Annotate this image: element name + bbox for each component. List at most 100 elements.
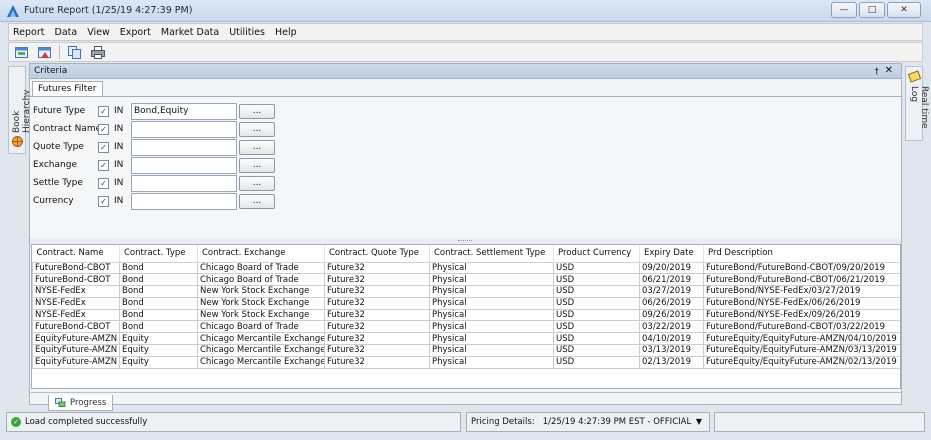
close-panel-icon[interactable]: ✕	[885, 64, 893, 78]
minimize-button[interactable]: —	[831, 2, 857, 18]
column-header[interactable]: Expiry Date	[639, 245, 704, 263]
menu-data[interactable]: Data	[55, 27, 78, 38]
menu-export[interactable]: Export	[120, 27, 151, 38]
status-bar: ✓ Load completed successfully Pricing De…	[6, 412, 925, 432]
status-message: Load completed successfully	[25, 417, 148, 427]
filter-row-quote-type: Quote Type ✓ IN ...	[30, 139, 330, 156]
filter-checkbox[interactable]: ✓	[98, 160, 109, 171]
table-cell: Future32	[324, 273, 430, 287]
maximize-button[interactable]: □	[859, 2, 885, 18]
filter-row-currency: Currency ✓ IN ...	[30, 193, 330, 210]
column-header[interactable]: Contract. Exchange	[197, 245, 325, 263]
table-row[interactable]: NYSE-FedEx Bond New York Stock Exchange Fut…	[32, 285, 900, 298]
table-row[interactable]: FutureBond-CBOT Bond Chicago Board of Trad…	[32, 261, 900, 275]
table-cell: Bond	[119, 261, 198, 275]
column-header[interactable]: Contract. Quote Type	[324, 245, 430, 263]
pin-icon[interactable]: †	[875, 65, 880, 79]
chevron-down-icon: ▼	[695, 417, 703, 426]
close-window-button[interactable]: ✕	[887, 2, 921, 18]
table-cell: Physical	[429, 320, 554, 334]
book-hierarchy-side-tab[interactable]: Book Hierarchy	[8, 66, 32, 154]
table-cell: 06/26/2019	[639, 296, 704, 310]
pricing-value: 1/25/19 4:27:39 PM EST - OFFICIAL	[542, 417, 692, 427]
filter-checkbox[interactable]: ✓	[98, 196, 109, 207]
column-header[interactable]: Contract. Settlement Type	[429, 245, 554, 263]
menu-view[interactable]: View	[87, 27, 110, 38]
pricing-dropdown[interactable]: 1/25/19 4:27:39 PM EST - OFFICIAL ▼	[543, 417, 702, 427]
status-message-panel: ✓ Load completed successfully	[6, 412, 461, 432]
table-row[interactable]: EquityFuture-AMZN Equity Chicago Mercantil…	[32, 355, 900, 369]
table-cell: FutureEquity/EquityFuture-AMZN/02/13/201…	[703, 355, 900, 369]
table-cell: USD	[553, 296, 640, 310]
copy-button[interactable]	[66, 44, 83, 60]
table-cell: Future32	[324, 320, 430, 334]
filter-checkbox[interactable]: ✓	[98, 106, 109, 117]
filter-value-field[interactable]	[131, 157, 237, 174]
tab-progress[interactable]: Progress	[48, 395, 114, 411]
table-cell: FutureBond/FutureBond-CBOT/03/22/2019	[703, 320, 900, 334]
table-cell: Physical	[429, 344, 554, 357]
table-cell: EquityFuture-AMZN	[32, 344, 120, 357]
filter-checkbox[interactable]: ✓	[98, 142, 109, 153]
menu-help[interactable]: Help	[275, 27, 297, 38]
filter-label: Currency	[33, 196, 74, 206]
table-cell: USD	[553, 285, 640, 298]
table-cell: Bond	[119, 320, 198, 334]
filter-row-exchange: Exchange ✓ IN ...	[30, 157, 330, 174]
success-check-icon: ✓	[11, 417, 21, 427]
filter-operator: IN	[114, 178, 124, 188]
filter-value-field[interactable]	[131, 175, 237, 192]
table-cell: Future32	[324, 332, 430, 346]
filter-value-field[interactable]: Bond,Equity	[131, 103, 237, 120]
table-row[interactable]: FutureBond-CBOT Bond Chicago Board of Trad…	[32, 320, 900, 334]
column-header[interactable]: Contract. Type	[119, 245, 198, 263]
maximize-icon: □	[867, 5, 877, 15]
table-cell: 03/27/2019	[639, 285, 704, 298]
real-time-log-side-tab[interactable]: Real time Log	[905, 66, 929, 141]
status-extra-panel	[714, 412, 925, 432]
tab-futures-filter[interactable]: Futures Filter	[32, 81, 103, 96]
filter-value-field[interactable]	[131, 139, 237, 156]
menu-market-data[interactable]: Market Data	[161, 27, 219, 38]
table-row[interactable]: EquityFuture-AMZN Equity Chicago Mercantil…	[32, 332, 900, 346]
menu-utilities[interactable]: Utilities	[229, 27, 265, 38]
filter-operator: IN	[114, 196, 124, 206]
column-header[interactable]: Prd Description	[703, 245, 900, 263]
menu-report[interactable]: Report	[13, 27, 45, 38]
filter-browse-button[interactable]: ...	[239, 104, 275, 119]
table-cell: Physical	[429, 273, 554, 287]
filter-label: Future Type	[33, 106, 86, 116]
filter-value-field[interactable]	[131, 121, 237, 138]
table-row[interactable]: NYSE-FedEx Bond New York Stock Exchange Fut…	[32, 296, 900, 310]
table-row[interactable]: NYSE-FedEx Bond New York Stock Exchange Fut…	[32, 308, 900, 322]
column-header[interactable]: Contract. Name	[32, 245, 120, 263]
table-row[interactable]: FutureBond-CBOT Bond Chicago Board of Trad…	[32, 273, 900, 287]
table-row[interactable]: EquityFuture-AMZN Equity Chicago Mercantil…	[32, 344, 900, 357]
table-cell: Physical	[429, 355, 554, 369]
filter-browse-button[interactable]: ...	[239, 122, 275, 137]
table-cell: Bond	[119, 285, 198, 298]
table-cell: USD	[553, 308, 640, 322]
column-header[interactable]: Product Currency	[553, 245, 640, 263]
save-report-button[interactable]	[36, 44, 53, 60]
table-cell: NYSE-FedEx	[32, 308, 120, 322]
filter-checkbox[interactable]: ✓	[98, 124, 109, 135]
filter-browse-button[interactable]: ...	[239, 158, 275, 173]
toolbar-separator	[59, 45, 60, 59]
table-cell: FutureBond-CBOT	[32, 320, 120, 334]
filter-label: Exchange	[33, 160, 77, 170]
filter-operator: IN	[114, 124, 124, 134]
table-header-row: Contract. Name Contract. Type Contract. …	[32, 245, 900, 263]
filter-browse-button[interactable]: ...	[239, 194, 275, 209]
print-button[interactable]	[89, 44, 106, 60]
table-cell: FutureBond/NYSE-FedEx/03/27/2019	[703, 285, 900, 298]
minimize-icon: —	[839, 5, 849, 15]
filter-checkbox[interactable]: ✓	[98, 178, 109, 189]
table-cell: 03/22/2019	[639, 320, 704, 334]
filter-browse-button[interactable]: ...	[239, 176, 275, 191]
table-cell: USD	[553, 261, 640, 275]
filter-row-future-type: Future Type ✓ IN Bond,Equity ...	[30, 103, 330, 120]
filter-browse-button[interactable]: ...	[239, 140, 275, 155]
filter-value-field[interactable]	[131, 193, 237, 210]
load-report-button[interactable]	[13, 44, 30, 60]
